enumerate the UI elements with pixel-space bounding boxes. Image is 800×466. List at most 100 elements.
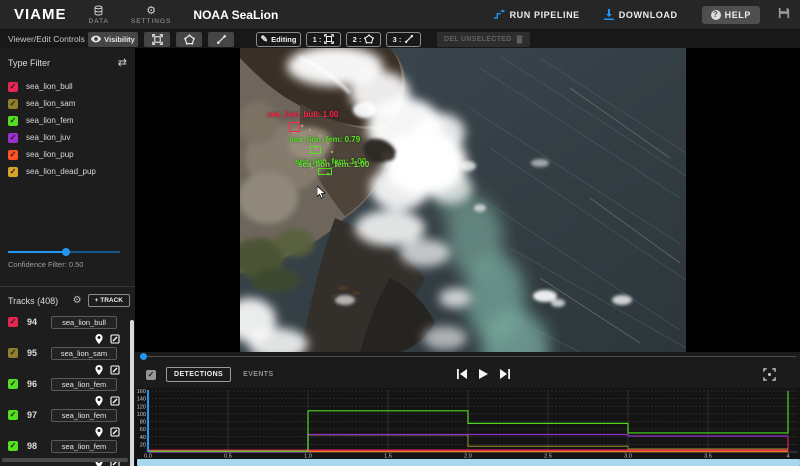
viame-logo[interactable]: VIAME bbox=[14, 6, 67, 23]
track-checkbox[interactable]: ✓ bbox=[8, 317, 18, 327]
track-id: 97 bbox=[27, 410, 38, 420]
check-icon: ✓ bbox=[9, 348, 17, 357]
nav-data[interactable]: DATA bbox=[89, 5, 109, 25]
track-checkbox[interactable]: ✓ bbox=[8, 410, 18, 420]
delete-unselected-button[interactable]: DEL UNSELECTED bbox=[437, 31, 531, 47]
detection-bbox[interactable] bbox=[289, 122, 300, 132]
detection-label: sea_lion_fem: 1.00 bbox=[298, 160, 370, 169]
track-checkbox[interactable]: ✓ bbox=[8, 379, 18, 389]
tab-detections[interactable]: DETECTIONS bbox=[166, 367, 232, 382]
scrubber-track[interactable] bbox=[143, 356, 796, 357]
type-filter-title: Type Filter bbox=[8, 57, 51, 68]
check-icon: ✓ bbox=[9, 132, 17, 142]
app-bar: VIAME DATA ⚙ SETTINGS NOAA SeaLion RUN P… bbox=[0, 0, 800, 30]
type-checkbox[interactable]: ✓ bbox=[8, 149, 18, 160]
detection-bbox[interactable] bbox=[310, 146, 321, 154]
type-checkbox[interactable]: ✓ bbox=[8, 166, 18, 177]
check-icon: ✓ bbox=[9, 149, 17, 159]
track-type-input[interactable]: sea_lion_fem bbox=[51, 377, 117, 391]
save-icon[interactable] bbox=[778, 6, 790, 24]
svg-text:140: 140 bbox=[137, 397, 146, 403]
check-icon: ✓ bbox=[9, 166, 17, 176]
frame-scrubber[interactable] bbox=[135, 352, 800, 361]
track-row-top: ✓ 97 sea_lion_fem bbox=[0, 407, 128, 423]
track-list-scrollbar[interactable] bbox=[130, 320, 134, 466]
detections-timeline-chart[interactable]: 0.0 0.5 1.0 1.5 2.0 2.5 3.0 3.5 4 20 40 60 80 100 120 1… bbox=[135, 388, 800, 460]
slider-thumb[interactable] bbox=[62, 248, 70, 256]
nav-settings[interactable]: ⚙ SETTINGS bbox=[131, 5, 172, 25]
type-filter-item[interactable]: ✓ sea_lion_fem bbox=[8, 112, 131, 129]
visibility-button[interactable]: Visibility bbox=[88, 31, 138, 47]
type-filter-header: Type Filter ⇄ bbox=[8, 56, 127, 69]
track-row-top: ✓ 94 sea_lion_bull bbox=[0, 314, 128, 330]
line-tool-button[interactable] bbox=[208, 31, 234, 47]
polygon-icon bbox=[364, 34, 375, 44]
mode-1-rectangle-button[interactable]: 1 : bbox=[306, 31, 341, 47]
type-filter-list: ✓ sea_lion_bull ✓ sea_lion_sam ✓ sea_lio… bbox=[8, 78, 131, 180]
help-button[interactable]: ? HELP bbox=[701, 5, 760, 24]
type-filter-item[interactable]: ✓ sea_lion_dead_pup bbox=[8, 163, 131, 180]
toolbar-label: Viewer/Edit Controls bbox=[8, 34, 85, 44]
svg-text:80: 80 bbox=[140, 420, 146, 426]
type-checkbox[interactable]: ✓ bbox=[8, 81, 18, 92]
detection-bbox[interactable] bbox=[318, 168, 332, 175]
add-track-button[interactable]: + TRACK bbox=[87, 294, 130, 307]
tracks-title: Tracks (408) bbox=[8, 295, 59, 306]
type-filter-item[interactable]: ✓ sea_lion_sam bbox=[8, 95, 131, 112]
mode-3-line-button[interactable]: 3 : bbox=[386, 31, 421, 47]
track-id: 96 bbox=[27, 379, 38, 389]
scrubber-thumb[interactable] bbox=[140, 353, 147, 360]
type-filter-item[interactable]: ✓ sea_lion_pup bbox=[8, 146, 131, 163]
track-id: 98 bbox=[27, 441, 38, 451]
track-type-input[interactable]: sea_lion_fem bbox=[51, 408, 117, 422]
pencil-icon: ✎ bbox=[260, 33, 269, 44]
slider-track bbox=[66, 251, 120, 253]
svg-text:60: 60 bbox=[140, 427, 146, 433]
rectangle-tool-button[interactable] bbox=[144, 31, 170, 47]
app-bar-actions: RUN PIPELINE DOWNLOAD ? HELP bbox=[469, 5, 790, 24]
reset-view-icon[interactable] bbox=[763, 368, 776, 386]
mode-2-polygon-button[interactable]: 2 : bbox=[346, 31, 381, 47]
type-label: sea_lion_sam bbox=[26, 99, 76, 108]
swap-sort-icon[interactable]: ⇄ bbox=[118, 56, 127, 69]
previous-frame-button[interactable] bbox=[457, 366, 467, 384]
play-button[interactable] bbox=[479, 366, 488, 384]
type-filter-item[interactable]: ✓ sea_lion_bull bbox=[8, 78, 131, 95]
track-row[interactable]: ✓ 97 sea_lion_fem bbox=[0, 407, 128, 438]
track-list-horizontal-scrollbar[interactable] bbox=[2, 458, 128, 462]
timeline-horizontal-scrollbar[interactable] bbox=[137, 459, 800, 466]
editing-button[interactable]: ✎ Editing bbox=[256, 31, 301, 47]
track-row[interactable]: ✓ 94 sea_lion_bull bbox=[0, 314, 128, 345]
svg-text:40: 40 bbox=[140, 435, 146, 441]
download-button[interactable]: DOWNLOAD bbox=[603, 9, 678, 20]
polygon-tool-button[interactable] bbox=[176, 31, 202, 47]
confidence-slider[interactable] bbox=[8, 248, 120, 256]
tracks-settings-gear-icon[interactable]: ⚙ bbox=[73, 295, 82, 306]
next-frame-button[interactable] bbox=[500, 366, 510, 384]
track-row[interactable]: ✓ 96 sea_lion_fem bbox=[0, 376, 128, 407]
annotation-viewer[interactable]: sea_lion_bull: 1.00 sea_lion_fem: 0.79 sea… bbox=[135, 48, 800, 352]
video-frame-image[interactable]: sea_lion_bull: 1.00 sea_lion_fem: 0.79 sea… bbox=[240, 48, 686, 352]
gear-icon: ⚙ bbox=[146, 4, 157, 17]
timeline-visibility-checkbox[interactable]: ✓ bbox=[146, 369, 156, 380]
check-icon: ✓ bbox=[147, 370, 155, 379]
track-row-top: ✓ 95 sea_lion_sam bbox=[0, 345, 128, 361]
type-checkbox[interactable]: ✓ bbox=[8, 98, 18, 109]
track-checkbox[interactable]: ✓ bbox=[8, 441, 18, 451]
track-type-input[interactable]: sea_lion_sam bbox=[51, 346, 117, 360]
type-label: sea_lion_bull bbox=[26, 82, 73, 91]
type-checkbox[interactable]: ✓ bbox=[8, 115, 18, 126]
check-icon: ✓ bbox=[9, 441, 17, 450]
mouse-cursor bbox=[316, 185, 326, 204]
type-checkbox[interactable]: ✓ bbox=[8, 132, 18, 143]
slider-fill bbox=[8, 251, 66, 253]
run-pipeline-button[interactable]: RUN PIPELINE bbox=[493, 9, 580, 20]
tab-events[interactable]: EVENTS bbox=[243, 371, 273, 378]
track-type-input[interactable]: sea_lion_fem bbox=[51, 439, 117, 453]
type-filter-item[interactable]: ✓ sea_lion_juv bbox=[8, 129, 131, 146]
track-row[interactable]: ✓ 95 sea_lion_sam bbox=[0, 345, 128, 376]
svg-text:120: 120 bbox=[137, 404, 146, 410]
track-type-input[interactable]: sea_lion_bull bbox=[51, 315, 117, 329]
track-checkbox[interactable]: ✓ bbox=[8, 348, 18, 358]
line-icon bbox=[405, 34, 414, 44]
